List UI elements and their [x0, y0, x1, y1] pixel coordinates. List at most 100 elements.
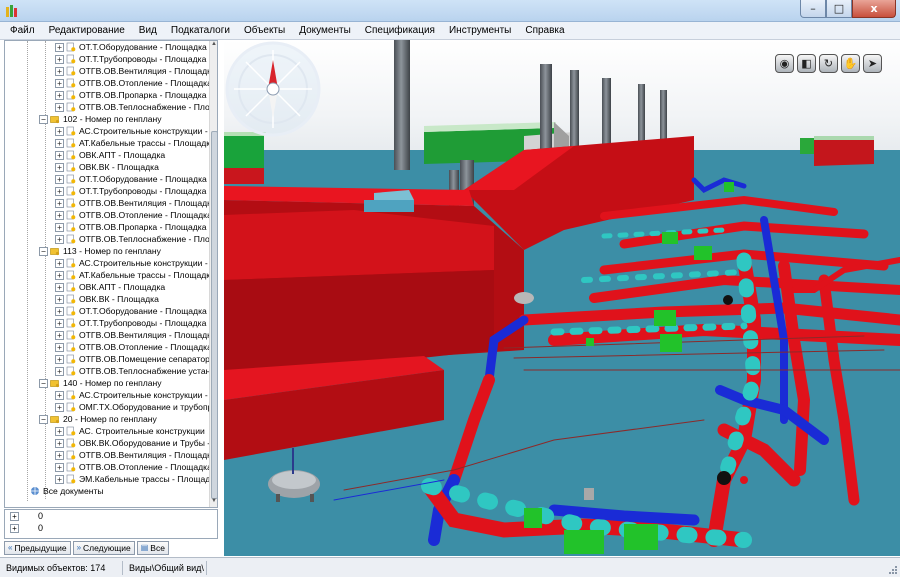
tree-node[interactable]: + ОВК.ВК - Площадка	[5, 293, 209, 305]
collapse-icon[interactable]: −	[39, 247, 48, 256]
tree-node[interactable]: + ОВК.ВК.Оборудование и Трубы -	[5, 437, 209, 449]
previous-button[interactable]: « Предыдущие	[4, 541, 71, 555]
expand-icon[interactable]: +	[55, 151, 64, 160]
tree-node[interactable]: + ОТГВ.ОВ.Отопление - Площадка	[5, 341, 209, 353]
scroll-down-arrow-icon[interactable]: ▼	[210, 498, 217, 507]
expand-icon[interactable]: +	[55, 355, 64, 364]
expand-icon[interactable]: +	[55, 343, 64, 352]
menu-view[interactable]: Вид	[139, 25, 157, 36]
expand-icon[interactable]: +	[55, 427, 64, 436]
tree-node[interactable]: + ОМГ.ТХ.Оборудование и трубопр	[5, 401, 209, 413]
expand-icon[interactable]: +	[55, 127, 64, 136]
tree-scrollbar[interactable]: ▲ ▼	[209, 41, 217, 507]
tree-node[interactable]: + ОТ.Т.Оборудование - Площадка	[5, 173, 209, 185]
tree-node[interactable]: + ОТГВ.ОВ.Вентиляция - Площадк	[5, 329, 209, 341]
expand-icon[interactable]: +	[55, 211, 64, 220]
expand-icon[interactable]: +	[55, 223, 64, 232]
tree-node[interactable]: + АТ.Кабельные трассы - Площадк	[5, 269, 209, 281]
tree-node[interactable]: + ОВК.АПТ - Площадка	[5, 149, 209, 161]
tree-node[interactable]: + АС. Строительные конструкции	[5, 425, 209, 437]
tree-node[interactable]: + ОТ.Т.Оборудование - Площадка	[5, 305, 209, 317]
3d-viewport[interactable]: ◉ ◧ ↻ ✋ ➤	[224, 40, 900, 556]
tree-node[interactable]: + ОТГВ.ОВ.Помещение сепаратор	[5, 353, 209, 365]
menu-specification[interactable]: Спецификация	[365, 25, 435, 36]
expand-icon[interactable]: +	[10, 524, 19, 533]
collapse-icon[interactable]: −	[39, 115, 48, 124]
expand-icon[interactable]: +	[55, 235, 64, 244]
cube-icon[interactable]: ◧	[797, 54, 816, 73]
menu-objects[interactable]: Объекты	[244, 25, 285, 36]
expand-icon[interactable]: +	[55, 91, 64, 100]
collapse-icon[interactable]: −	[39, 415, 48, 424]
tree-node[interactable]: + ОТГВ.ОВ.Теплоснабжение - Пло	[5, 233, 209, 245]
document-tree[interactable]: + ОТ.Т.Оборудование - Площадка + ОТ.Т.Трубо…	[4, 40, 218, 508]
expand-icon[interactable]: +	[55, 439, 64, 448]
tree-node[interactable]: + ОТГВ.ОВ.Вентиляция - Площадка	[5, 65, 209, 77]
expand-icon[interactable]: +	[55, 259, 64, 268]
expand-icon[interactable]: +	[55, 331, 64, 340]
expand-icon[interactable]: +	[55, 307, 64, 316]
pointer-icon[interactable]: ➤	[863, 54, 882, 73]
scroll-up-arrow-icon[interactable]: ▲	[210, 41, 217, 50]
expand-icon[interactable]: +	[55, 463, 64, 472]
collapse-icon[interactable]: −	[39, 379, 48, 388]
rotate-icon[interactable]: ↻	[819, 54, 838, 73]
tree-node[interactable]: + ОВК.ВК - Площадка	[5, 161, 209, 173]
expand-icon[interactable]: +	[55, 139, 64, 148]
expand-icon[interactable]: +	[55, 271, 64, 280]
tree-group-node[interactable]: − 140 - Номер по генплану	[5, 377, 209, 389]
all-button[interactable]: ▤ Все	[136, 541, 169, 555]
tree-node[interactable]: + ОТГВ.ОВ.Отопление - Площадка	[5, 77, 209, 89]
tree-group-node[interactable]: − 113 - Номер по генплану	[5, 245, 209, 257]
menu-tools[interactable]: Инструменты	[449, 25, 511, 36]
tree-node[interactable]: + АТ.Кабельные трассы - Площадк	[5, 137, 209, 149]
expand-icon[interactable]: +	[55, 199, 64, 208]
tree-node[interactable]: + ЭМ.Кабельные трассы - Площадк	[5, 473, 209, 485]
eye-icon[interactable]: ◉	[775, 54, 794, 73]
expand-icon[interactable]: +	[55, 475, 64, 484]
tree-node[interactable]: + ОТ.Т.Оборудование - Площадка	[5, 41, 209, 53]
tree-node[interactable]: + ОТГВ.ОВ.Отопление - Площадка	[5, 209, 209, 221]
expand-icon[interactable]: +	[55, 283, 64, 292]
tree-node[interactable]: + АС.Строительные конструкции -	[5, 389, 209, 401]
tree-node[interactable]: + ОТ.Т.Трубопроводы - Площадка	[5, 53, 209, 65]
expand-icon[interactable]: +	[55, 103, 64, 112]
tree-node[interactable]: + ОТ.Т.Трубопроводы - Площадка	[5, 185, 209, 197]
tree-node[interactable]: Все документы	[5, 485, 209, 497]
menu-subcatalogs[interactable]: Подкаталоги	[171, 25, 230, 36]
tree-node[interactable]: + ОТГВ.ОВ.Вентиляция - Площадка	[5, 197, 209, 209]
3d-scene[interactable]	[224, 40, 900, 556]
expand-icon[interactable]: +	[55, 163, 64, 172]
tree-node[interactable]: + ОТГВ.ОВ.Теплоснабжение - Площ	[5, 101, 209, 113]
tree-node[interactable]: + ОВК.АПТ - Площадка	[5, 281, 209, 293]
expand-icon[interactable]: +	[10, 512, 19, 521]
tree-node[interactable]: + ОТГВ.ОВ.Пропарка - Площадка	[5, 89, 209, 101]
expand-icon[interactable]: +	[55, 391, 64, 400]
tree-node[interactable]: + ОТ.Т.Трубопроводы - Площадка	[5, 317, 209, 329]
tree-node[interactable]: + АС.Строительные конструкции -	[5, 125, 209, 137]
expand-icon[interactable]: +	[55, 295, 64, 304]
tree-group-node[interactable]: − 20 - Номер по генплану	[5, 413, 209, 425]
expand-icon[interactable]: +	[55, 319, 64, 328]
minimize-button[interactable]: –	[800, 0, 826, 18]
tree-group-node[interactable]: − 102 - Номер по генплану	[5, 113, 209, 125]
tree-node[interactable]: + ОТГВ.ОВ.Пропарка - Площадка	[5, 221, 209, 233]
maximize-button[interactable]: □	[826, 0, 852, 18]
tree-node[interactable]: + ОТГВ.ОВ.Вентиляция - Площадк	[5, 449, 209, 461]
close-button[interactable]: x	[852, 0, 896, 18]
expand-icon[interactable]: +	[55, 67, 64, 76]
expand-icon[interactable]: +	[55, 367, 64, 376]
menu-file[interactable]: Файл	[10, 25, 35, 36]
expand-icon[interactable]: +	[55, 187, 64, 196]
tree-node[interactable]: + ОТГВ.ОВ.Теплоснабжение устан	[5, 365, 209, 377]
expand-icon[interactable]: +	[55, 55, 64, 64]
compass-navigator-icon[interactable]	[224, 40, 322, 138]
menu-help[interactable]: Справка	[525, 25, 564, 36]
hand-icon[interactable]: ✋	[841, 54, 860, 73]
tree-node[interactable]: + ОТГВ.ОВ.Отопление - Площадка	[5, 461, 209, 473]
expand-icon[interactable]: +	[55, 79, 64, 88]
tree-node[interactable]: + АС.Строительные конструкции -	[5, 257, 209, 269]
expand-icon[interactable]: +	[55, 175, 64, 184]
expand-icon[interactable]: +	[55, 43, 64, 52]
menu-documents[interactable]: Документы	[299, 25, 351, 36]
